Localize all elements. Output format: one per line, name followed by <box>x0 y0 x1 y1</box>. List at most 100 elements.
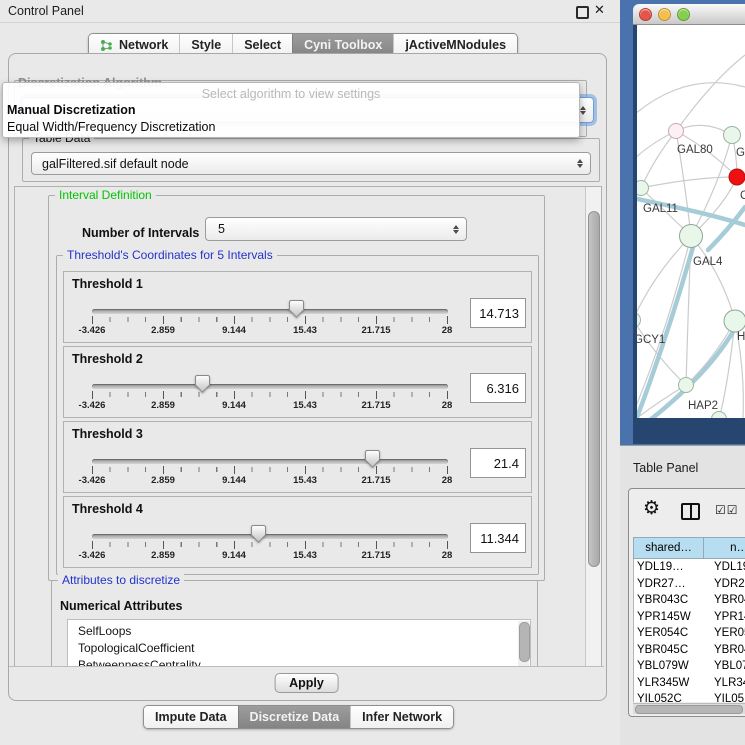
tab-infer-network[interactable]: Infer Network <box>350 706 453 728</box>
table-row[interactable]: YPR145WYPR14 <box>634 609 745 626</box>
tick-label: 2.859 <box>151 550 175 561</box>
node-label-partial: C <box>740 190 745 202</box>
tick-label: 9.144 <box>222 475 246 486</box>
threshold-label: Threshold 2 <box>72 352 143 366</box>
settings-scrollbar[interactable] <box>585 187 601 667</box>
table-row[interactable]: YER054CYER05 <box>634 625 745 642</box>
slider-thumb[interactable] <box>289 300 304 318</box>
tab-label: Network <box>119 38 168 52</box>
table-row[interactable]: YDR27…YDR27 <box>634 576 745 593</box>
threshold-2-panel: Threshold 2 -3.426 2.859 9.144 15.43 21.… <box>63 346 532 418</box>
interval-definition-label: Interval Definition <box>55 188 156 202</box>
threshold-1-panel: Threshold 1 -3.426 2.859 9.144 15.43 21.… <box>63 271 532 343</box>
table-horizontal-scrollbar[interactable] <box>633 703 745 714</box>
panel-title: Control Panel <box>8 4 84 18</box>
network-window-titlebar <box>633 4 745 25</box>
checkbox-filter-icon[interactable]: ☑☑ <box>715 503 739 517</box>
slider-major-ticks <box>92 316 449 324</box>
tick-label: 28 <box>442 475 453 486</box>
table-row[interactable]: YBL079WYBL07 <box>634 658 745 675</box>
node-gal4 <box>680 225 703 248</box>
node-gal80-neighbor <box>669 124 684 139</box>
list-item[interactable]: TopologicalCoefficient <box>78 641 195 655</box>
slider-track[interactable] <box>92 534 448 539</box>
screen: Control Panel ✕ Network Style Select Cyn… <box>0 0 745 745</box>
node-hap2 <box>679 378 694 393</box>
list-scrollbar[interactable] <box>518 621 529 668</box>
node-label: HAP2 <box>688 400 718 412</box>
tick-label: -3.426 <box>79 475 106 486</box>
scrollbar-thumb[interactable] <box>588 211 600 567</box>
interval-definition-group: Interval Definition Number of Intervals … <box>48 195 545 581</box>
close-icon[interactable]: ✕ <box>594 2 605 18</box>
gear-icon[interactable]: ⚙ <box>643 497 660 520</box>
threshold-value-field[interactable]: 21.4 <box>470 448 526 478</box>
attributes-group-label: Attributes to discretize <box>58 573 184 587</box>
node-table: shared… n… YDL19…YDL19 YDR27…YDR27 YBR04… <box>633 537 745 702</box>
combo-stepper-icon <box>453 225 459 234</box>
tab-discretize-data[interactable]: Discretize Data <box>238 706 351 728</box>
node-gcy1 <box>637 313 641 328</box>
table-panel-region: Table Panel ⚙ ☑☑ shared… n… YDL19…YDL19 … <box>620 445 745 745</box>
numerical-attributes-list: SelfLoops TopologicalCoefficient Between… <box>67 619 531 668</box>
table-row[interactable]: YBR045CYBR04 <box>634 642 745 659</box>
slider-thumb[interactable] <box>365 450 380 468</box>
threshold-3-panel: Threshold 3 -3.426 2.859 9.144 15.43 21.… <box>63 421 532 493</box>
tab-impute-data[interactable]: Impute Data <box>144 706 238 728</box>
tick-label: 15.43 <box>293 400 317 411</box>
threshold-value-field[interactable]: 14.713 <box>470 298 526 328</box>
table-row[interactable]: YBR043CYBR04 <box>634 592 745 609</box>
slider-thumb[interactable] <box>195 375 210 393</box>
control-panel: Control Panel ✕ Network Style Select Cyn… <box>0 0 621 745</box>
table-data-group: Table Data galFiltered.sif default node <box>22 138 600 182</box>
zoom-traffic-light-icon[interactable] <box>677 8 690 21</box>
table-row[interactable]: YLR345WYLR34 <box>634 675 745 692</box>
minimize-traffic-light-icon[interactable] <box>658 8 671 21</box>
tick-label: 15.43 <box>293 325 317 336</box>
network-canvas[interactable]: GAL80 GAL11 GAL4 GCY1 HAP2 G C H <box>637 25 745 418</box>
slider-thumb[interactable] <box>251 525 266 543</box>
apply-button[interactable]: Apply <box>274 673 339 693</box>
thresholds-group-label: Threshold's Coordinates for 5 Intervals <box>63 248 277 262</box>
node-gal11 <box>637 181 649 196</box>
menu-item-manual-discretization[interactable]: Manual Discretization <box>7 103 136 117</box>
slider-track[interactable] <box>92 459 448 464</box>
split-columns-icon[interactable] <box>681 503 700 520</box>
column-header-name[interactable]: n… <box>704 537 745 559</box>
list-item[interactable]: SelfLoops <box>78 624 131 638</box>
node-bottom <box>712 412 727 419</box>
tick-label: 15.43 <box>293 475 317 486</box>
tick-label: 21.715 <box>361 400 390 411</box>
table-row[interactable]: YDL19…YDL19 <box>634 559 745 576</box>
float-window-icon[interactable] <box>576 6 589 19</box>
table-row[interactable]: YIL052CYIL05 <box>634 691 745 702</box>
tick-label: -3.426 <box>79 400 106 411</box>
menu-item-equal-width-frequency[interactable]: Equal Width/Frequency Discretization <box>7 120 215 134</box>
table-data-combobox[interactable]: galFiltered.sif default node <box>31 152 591 175</box>
apply-row: Apply <box>9 666 604 699</box>
control-panel-titlebar: Control Panel ✕ <box>0 0 620 23</box>
number-of-intervals-combobox[interactable]: 5 <box>205 217 467 241</box>
tick-label: 2.859 <box>151 475 175 486</box>
node-label: GAL80 <box>677 144 713 156</box>
scrollbar-thumb[interactable] <box>635 705 743 714</box>
node-green-right <box>724 310 745 332</box>
combo-stepper-icon <box>580 106 586 115</box>
threshold-value-field[interactable]: 6.316 <box>470 373 526 403</box>
node-label: GAL11 <box>643 203 678 215</box>
attributes-group: Attributes to discretize Numerical Attri… <box>51 580 538 668</box>
slider-track[interactable] <box>92 309 448 314</box>
column-header-shared-name[interactable]: shared… <box>633 537 704 559</box>
table-header: shared… n… <box>633 537 745 559</box>
tick-label: 21.715 <box>361 475 390 486</box>
algorithm-placeholder: Select algorithm to view settings <box>3 87 579 101</box>
network-icon <box>100 39 113 52</box>
number-of-intervals-label: Number of Intervals <box>82 226 199 240</box>
node-green <box>724 127 741 144</box>
network-view-window: GAL80 GAL11 GAL4 GCY1 HAP2 G C H <box>633 4 745 444</box>
threshold-label: Threshold 4 <box>72 502 143 516</box>
close-traffic-light-icon[interactable] <box>639 8 652 21</box>
slider-track[interactable] <box>92 384 448 389</box>
tick-label: 9.144 <box>222 325 246 336</box>
threshold-value-field[interactable]: 11.344 <box>470 523 526 553</box>
